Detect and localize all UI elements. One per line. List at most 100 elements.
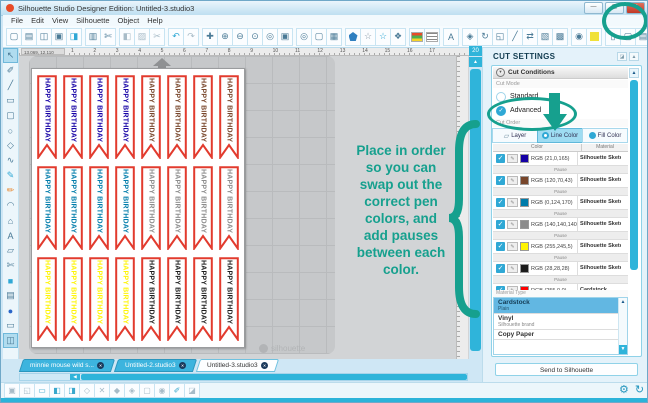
rotate-copy-icon[interactable]: ◨ [64,383,80,398]
fill-tool[interactable]: ■ [3,273,18,288]
banner-shape[interactable]: HAPPY BIRTHDAY [37,257,57,341]
document-tab[interactable]: minnie mouse wild s... ✕ [18,359,116,372]
banner-shape[interactable]: HAPPY BIRTHDAY [63,166,83,250]
intersect-icon[interactable]: ◈ [124,383,140,398]
banner-shape[interactable]: HAPPY BIRTHDAY [63,75,83,159]
test-cut-icon[interactable]: ✎ [507,220,518,229]
panel-scroll-up-icon[interactable]: ▲ [629,68,639,78]
panel-collapse-icon[interactable]: ▲ [629,52,639,61]
open-icon[interactable]: ▤ [21,27,37,46]
tab-close-icon[interactable]: ✕ [260,362,268,369]
undo-icon[interactable]: ↶ [168,27,184,46]
banner-shape[interactable]: HAPPY BIRTHDAY [193,75,213,159]
print-icon[interactable]: ▥ [85,27,101,46]
fill-color-icon[interactable] [409,27,425,46]
scale-icon[interactable]: ◱ [492,27,508,46]
menu-item-edit[interactable]: Edit [31,16,44,25]
pan-icon[interactable]: ✚ [202,27,218,46]
menu-item-silhouette[interactable]: Silhouette [76,16,109,25]
select-tool[interactable]: ↖ [3,48,18,63]
banner-shape[interactable]: HAPPY BIRTHDAY [167,166,187,250]
menu-item-help[interactable]: Help [147,16,162,25]
row-checkbox[interactable]: ✓ [496,220,505,229]
page-settings-icon[interactable]: ▢ [311,27,327,46]
panel-pin-icon[interactable]: ◪ [617,52,627,61]
cutter-icon[interactable]: ✄ [100,27,116,46]
arrange-icon[interactable]: ▧ [537,27,553,46]
ungroup-icon[interactable]: ◱ [19,383,35,398]
tab-close-icon[interactable]: ✕ [96,362,104,369]
line-style-icon[interactable] [424,27,440,46]
material-list-scrollbar[interactable]: ▲ ▼ [618,298,627,354]
pause-row[interactable]: Pause [493,166,628,174]
line-tool[interactable]: ╱ [3,78,18,93]
banner-shape[interactable]: HAPPY BIRTHDAY [37,75,57,159]
test-cut-icon[interactable]: ✎ [507,198,518,207]
stamp-icon[interactable]: ◉ [571,27,587,46]
cut-conditions-header[interactable]: ▼ Cut Conditions [493,67,628,79]
document-tab[interactable]: Untitled-2.studio3 ✕ [113,359,197,372]
redo-icon[interactable]: ↷ [183,27,199,46]
move-icon[interactable]: ◈ [462,27,478,46]
duplicate-icon[interactable]: ▭ [34,383,50,398]
grid-settings-icon[interactable]: ▦ [326,27,342,46]
zoom-in-icon[interactable]: ⊕ [217,27,233,46]
material-option-cardstock[interactable]: Cardstock Plain [494,298,627,314]
trace-icon[interactable]: ◉ [154,383,170,398]
library-icon[interactable]: ◫ [36,27,52,46]
send-to-silhouette-button[interactable]: Send to Silhouette [495,363,638,376]
compound-path-icon[interactable]: ◇ [79,383,95,398]
paste-icon[interactable]: ▨ [134,27,150,46]
material-option-vinyl[interactable]: Vinyl Silhouette brand [494,314,627,330]
pause-row[interactable]: Pause [493,232,628,240]
zoom-out-icon[interactable]: ⊖ [232,27,248,46]
row-checkbox[interactable]: ✓ [496,176,505,185]
split-vertical[interactable]: ◫ [3,333,18,348]
banner-shape[interactable]: HAPPY BIRTHDAY [193,166,213,250]
color-order-row[interactable]: ✓✎ RGB (21,0,165) Silhouette Sketch Pen [493,152,628,166]
draw-pentagon-icon[interactable] [345,27,361,46]
curve-tool[interactable]: ∿ [3,153,18,168]
eyedropper-icon[interactable]: ✐ [169,383,185,398]
tab-close-icon[interactable]: ✕ [178,362,186,369]
banner-shape[interactable]: HAPPY BIRTHDAY [115,166,135,250]
minimize-button[interactable]: — [584,2,603,14]
rectangle-tool[interactable]: ▭ [3,93,18,108]
freehand-tool[interactable]: ✎ [3,168,18,183]
horizontal-scrollbar[interactable] [81,374,467,380]
text-tool-icon[interactable]: A [443,27,459,46]
fit-to-window-icon[interactable]: ▣ [277,27,293,46]
pause-row[interactable]: Pause [493,276,628,284]
zoom-select-icon[interactable]: ⊙ [247,27,263,46]
test-cut-icon[interactable]: ✎ [507,242,518,251]
star-tool-icon[interactable]: ☆ [360,27,376,46]
group-icon[interactable]: ▣ [4,383,20,398]
horizontal-scrollbar-track[interactable]: ◀ [19,373,468,381]
banner-shape[interactable]: HAPPY BIRTHDAY [89,257,109,341]
test-cut-icon[interactable]: ✎ [507,264,518,273]
rotate-icon[interactable]: ↻ [477,27,493,46]
polygon-tool-icon[interactable]: ☆ [375,27,391,46]
menu-item-view[interactable]: View [52,16,68,25]
banner-shape[interactable]: HAPPY BIRTHDAY [193,257,213,341]
banner-shape[interactable]: HAPPY BIRTHDAY [115,75,135,159]
pause-row[interactable]: Pause [493,188,628,196]
banner-shape[interactable]: HAPPY BIRTHDAY [167,75,187,159]
split-horizontal[interactable]: ▭ [3,318,18,333]
banner-shape[interactable]: HAPPY BIRTHDAY [89,75,109,159]
weld-icon[interactable]: ◆ [109,383,125,398]
banner-shape[interactable]: HAPPY BIRTHDAY [219,257,239,341]
preferences-gear-icon[interactable]: ⚙ [619,383,629,396]
test-cut-icon[interactable]: ✎ [507,176,518,185]
eraser-tool[interactable]: ▱ [3,243,18,258]
color-order-row[interactable]: ✓✎ RGB (255,245,5) Silhouette Sketch Pen [493,240,628,254]
material-scroll-down-icon[interactable]: ▼ [619,345,627,354]
pause-row[interactable]: Pause [493,210,628,218]
horizontal-scroll-left-arrow[interactable]: ◀ [70,374,80,380]
point-edit-tool[interactable]: ✐ [3,63,18,78]
new-document-icon[interactable]: ▢ [6,27,22,46]
menu-item-file[interactable]: File [11,16,23,25]
arc-tool[interactable]: ◠ [3,198,18,213]
row-checkbox[interactable]: ✓ [496,198,505,207]
panel-scrollbar-thumb[interactable] [630,80,638,270]
